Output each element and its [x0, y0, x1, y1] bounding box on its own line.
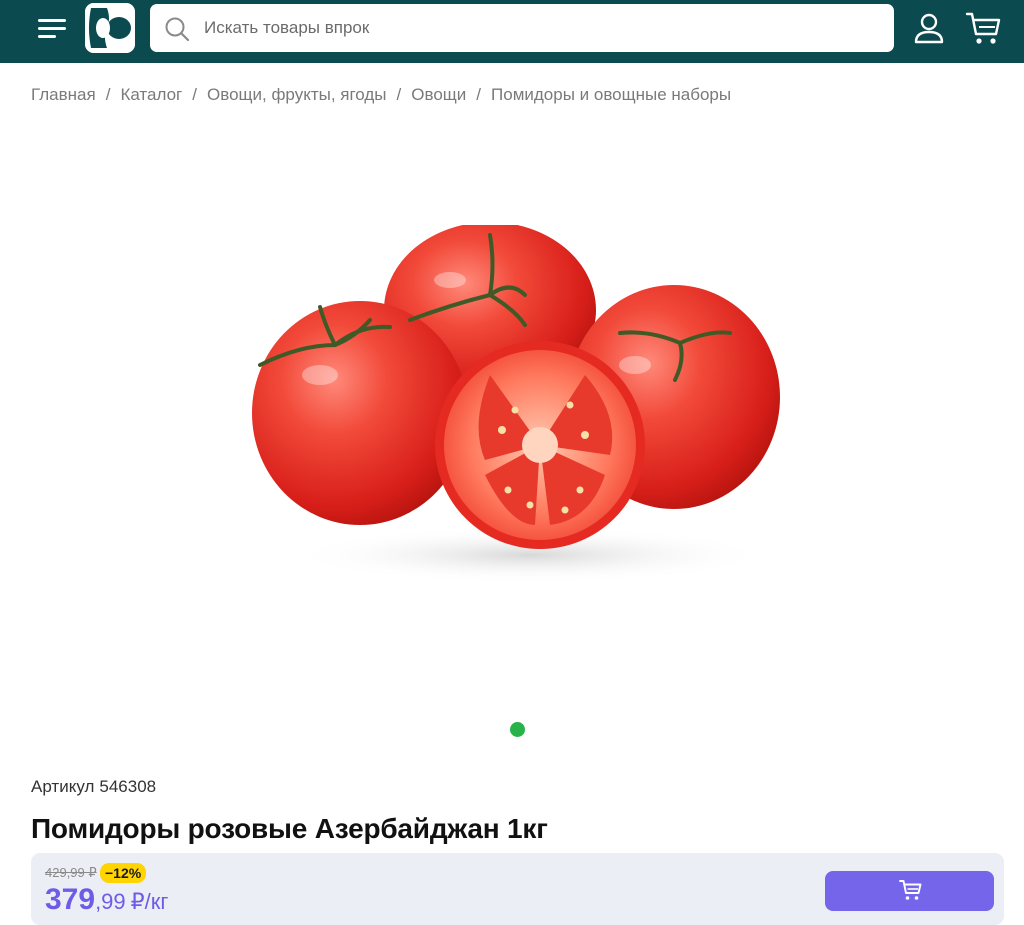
- carousel-dot-1[interactable]: [510, 722, 525, 737]
- product-image: [252, 225, 780, 583]
- discount-badge: −12%: [100, 863, 147, 883]
- breadcrumb-separator: /: [476, 85, 482, 104]
- add-to-cart-button[interactable]: [825, 871, 994, 911]
- price-fraction: ,99: [95, 889, 126, 914]
- cart-button[interactable]: [965, 10, 1003, 46]
- breadcrumb-vegetables[interactable]: Овощи: [411, 85, 466, 105]
- breadcrumb-catalog[interactable]: Каталог: [120, 85, 182, 105]
- breadcrumb-separator: /: [396, 85, 402, 104]
- old-price: 429,99 ₽: [45, 865, 97, 880]
- price-panel: 429,99 ₽ −12% 379,99 ₽/кг: [31, 853, 1004, 925]
- logo[interactable]: [85, 3, 135, 53]
- user-icon: [914, 13, 944, 44]
- menu-icon-line: [38, 27, 66, 30]
- product-sku: Артикул 546308: [31, 777, 156, 797]
- menu-button[interactable]: [36, 14, 68, 44]
- breadcrumb-home[interactable]: Главная: [31, 85, 96, 105]
- product-title: Помидоры розовые Азербайджан 1кг: [31, 813, 548, 844]
- sku-value: 546308: [99, 777, 157, 796]
- account-button[interactable]: [912, 12, 946, 46]
- breadcrumb-fruits-vegetables[interactable]: Овощи, фрукты, ягоды: [207, 85, 387, 105]
- breadcrumb-separator: /: [105, 85, 111, 104]
- search-icon[interactable]: [164, 16, 190, 42]
- price-integer: 379: [45, 883, 96, 916]
- price-unit: ₽/кг: [130, 889, 169, 914]
- current-price: 379,99 ₽/кг: [45, 883, 168, 917]
- menu-icon-line: [38, 35, 56, 38]
- sku-label: Артикул: [31, 777, 95, 796]
- cart-icon: [899, 880, 922, 900]
- breadcrumb: Главная / Каталог / Овощи, фрукты, ягоды…: [31, 84, 731, 106]
- breadcrumb-separator: /: [192, 85, 197, 104]
- breadcrumb-tomatoes[interactable]: Помидоры и овощные наборы: [491, 85, 731, 105]
- search-input[interactable]: [204, 4, 884, 52]
- logo-icon: [85, 3, 135, 53]
- cart-icon: [965, 12, 1001, 44]
- menu-icon-line: [38, 19, 66, 22]
- top-header: [0, 0, 1024, 63]
- search-bar: [150, 4, 894, 52]
